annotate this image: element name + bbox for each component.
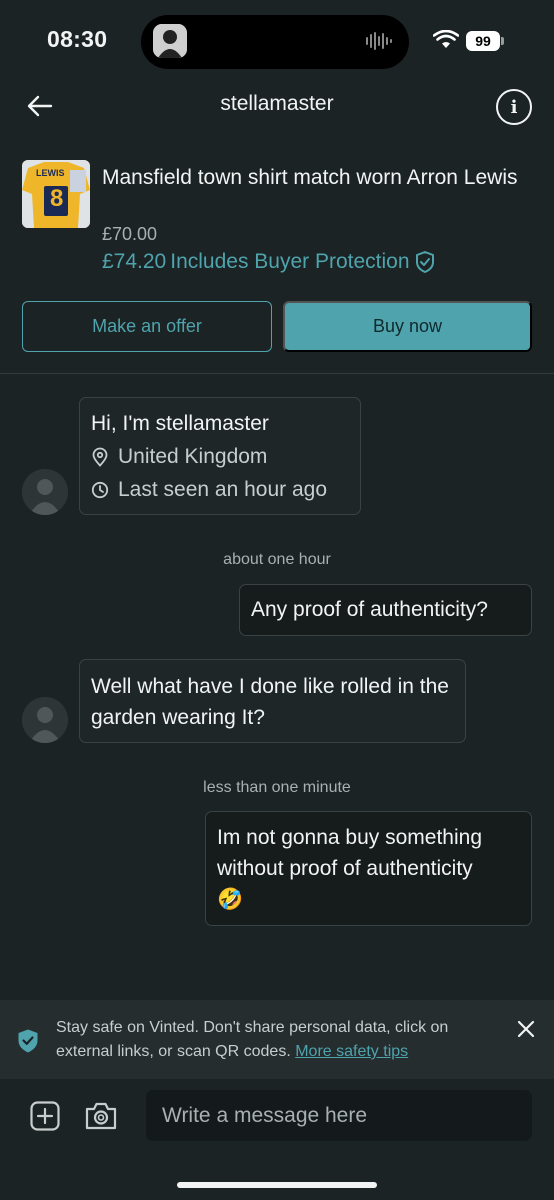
home-indicator[interactable] <box>177 1182 377 1188</box>
info-icon: i <box>510 96 518 118</box>
profile-card[interactable]: Hi, I'm stellamaster United Kingdom Last… <box>79 397 361 515</box>
message-timestamp: about one hour <box>223 551 331 568</box>
profile-location: United Kingdom <box>118 444 268 468</box>
conversation-title: stellamaster <box>220 92 334 115</box>
info-button[interactable]: i <box>496 89 532 125</box>
profile-last-seen-row: Last seen an hour ago <box>91 473 360 506</box>
profile-location-row: United Kingdom <box>91 440 360 473</box>
clock-icon <box>91 481 109 498</box>
message-text: Well what have I done like rolled in the… <box>91 675 449 729</box>
battery-indicator: 99 <box>466 31 500 51</box>
buyer-protection-label: Includes Buyer Protection <box>170 250 410 273</box>
outgoing-message[interactable]: Any proof of authenticity? <box>239 584 532 636</box>
battery-tip <box>501 37 504 45</box>
audio-wave-icon <box>366 32 392 50</box>
seller-avatar[interactable] <box>22 697 68 743</box>
message-text: Any proof of authenticity? <box>251 598 488 621</box>
safety-tips-link[interactable]: More safety tips <box>295 1043 408 1060</box>
buyer-protection-price[interactable]: £74.20 Includes Buyer Protection <box>102 250 436 274</box>
message-input[interactable] <box>146 1090 532 1141</box>
message-timestamp: less than one minute <box>203 779 351 796</box>
total-price: £74.20 <box>102 250 167 273</box>
add-icon[interactable] <box>30 1101 60 1131</box>
header-divider <box>0 373 554 374</box>
user-placeholder-icon <box>22 469 68 515</box>
buy-now-button[interactable]: Buy now <box>283 301 532 352</box>
shield-check-icon <box>415 251 434 273</box>
seller-avatar[interactable] <box>22 469 68 515</box>
item-price: £70.00 <box>102 224 158 244</box>
user-placeholder-icon <box>22 697 68 743</box>
thumb-shirt-name: LEWIS <box>36 168 65 178</box>
safety-message: Stay safe on Vinted. Don't share persona… <box>56 1016 501 1064</box>
profile-last-seen: Last seen an hour ago <box>118 477 327 501</box>
now-playing-artwork <box>153 24 187 58</box>
make-offer-button[interactable]: Make an offer <box>22 301 272 352</box>
close-icon[interactable] <box>515 1018 537 1040</box>
profile-greeting: Hi, I'm stellamaster <box>91 412 269 435</box>
message-text: Im not gonna buy something without proof… <box>217 826 483 880</box>
shield-check-icon <box>18 1029 38 1053</box>
location-pin-icon <box>92 447 108 467</box>
item-thumbnail[interactable]: LEWIS 8 <box>22 160 90 228</box>
message-emoji: 🤣 <box>217 888 244 911</box>
item-title[interactable]: Mansfield town shirt match worn Arron Le… <box>102 162 532 193</box>
status-time: 08:30 <box>47 26 108 52</box>
outgoing-message[interactable]: Im not gonna buy something without proof… <box>205 811 532 926</box>
incoming-message[interactable]: Well what have I done like rolled in the… <box>79 659 466 743</box>
camera-icon[interactable] <box>84 1101 118 1131</box>
thumb-shirt-number: 8 <box>50 185 64 212</box>
wifi-icon <box>433 30 459 48</box>
